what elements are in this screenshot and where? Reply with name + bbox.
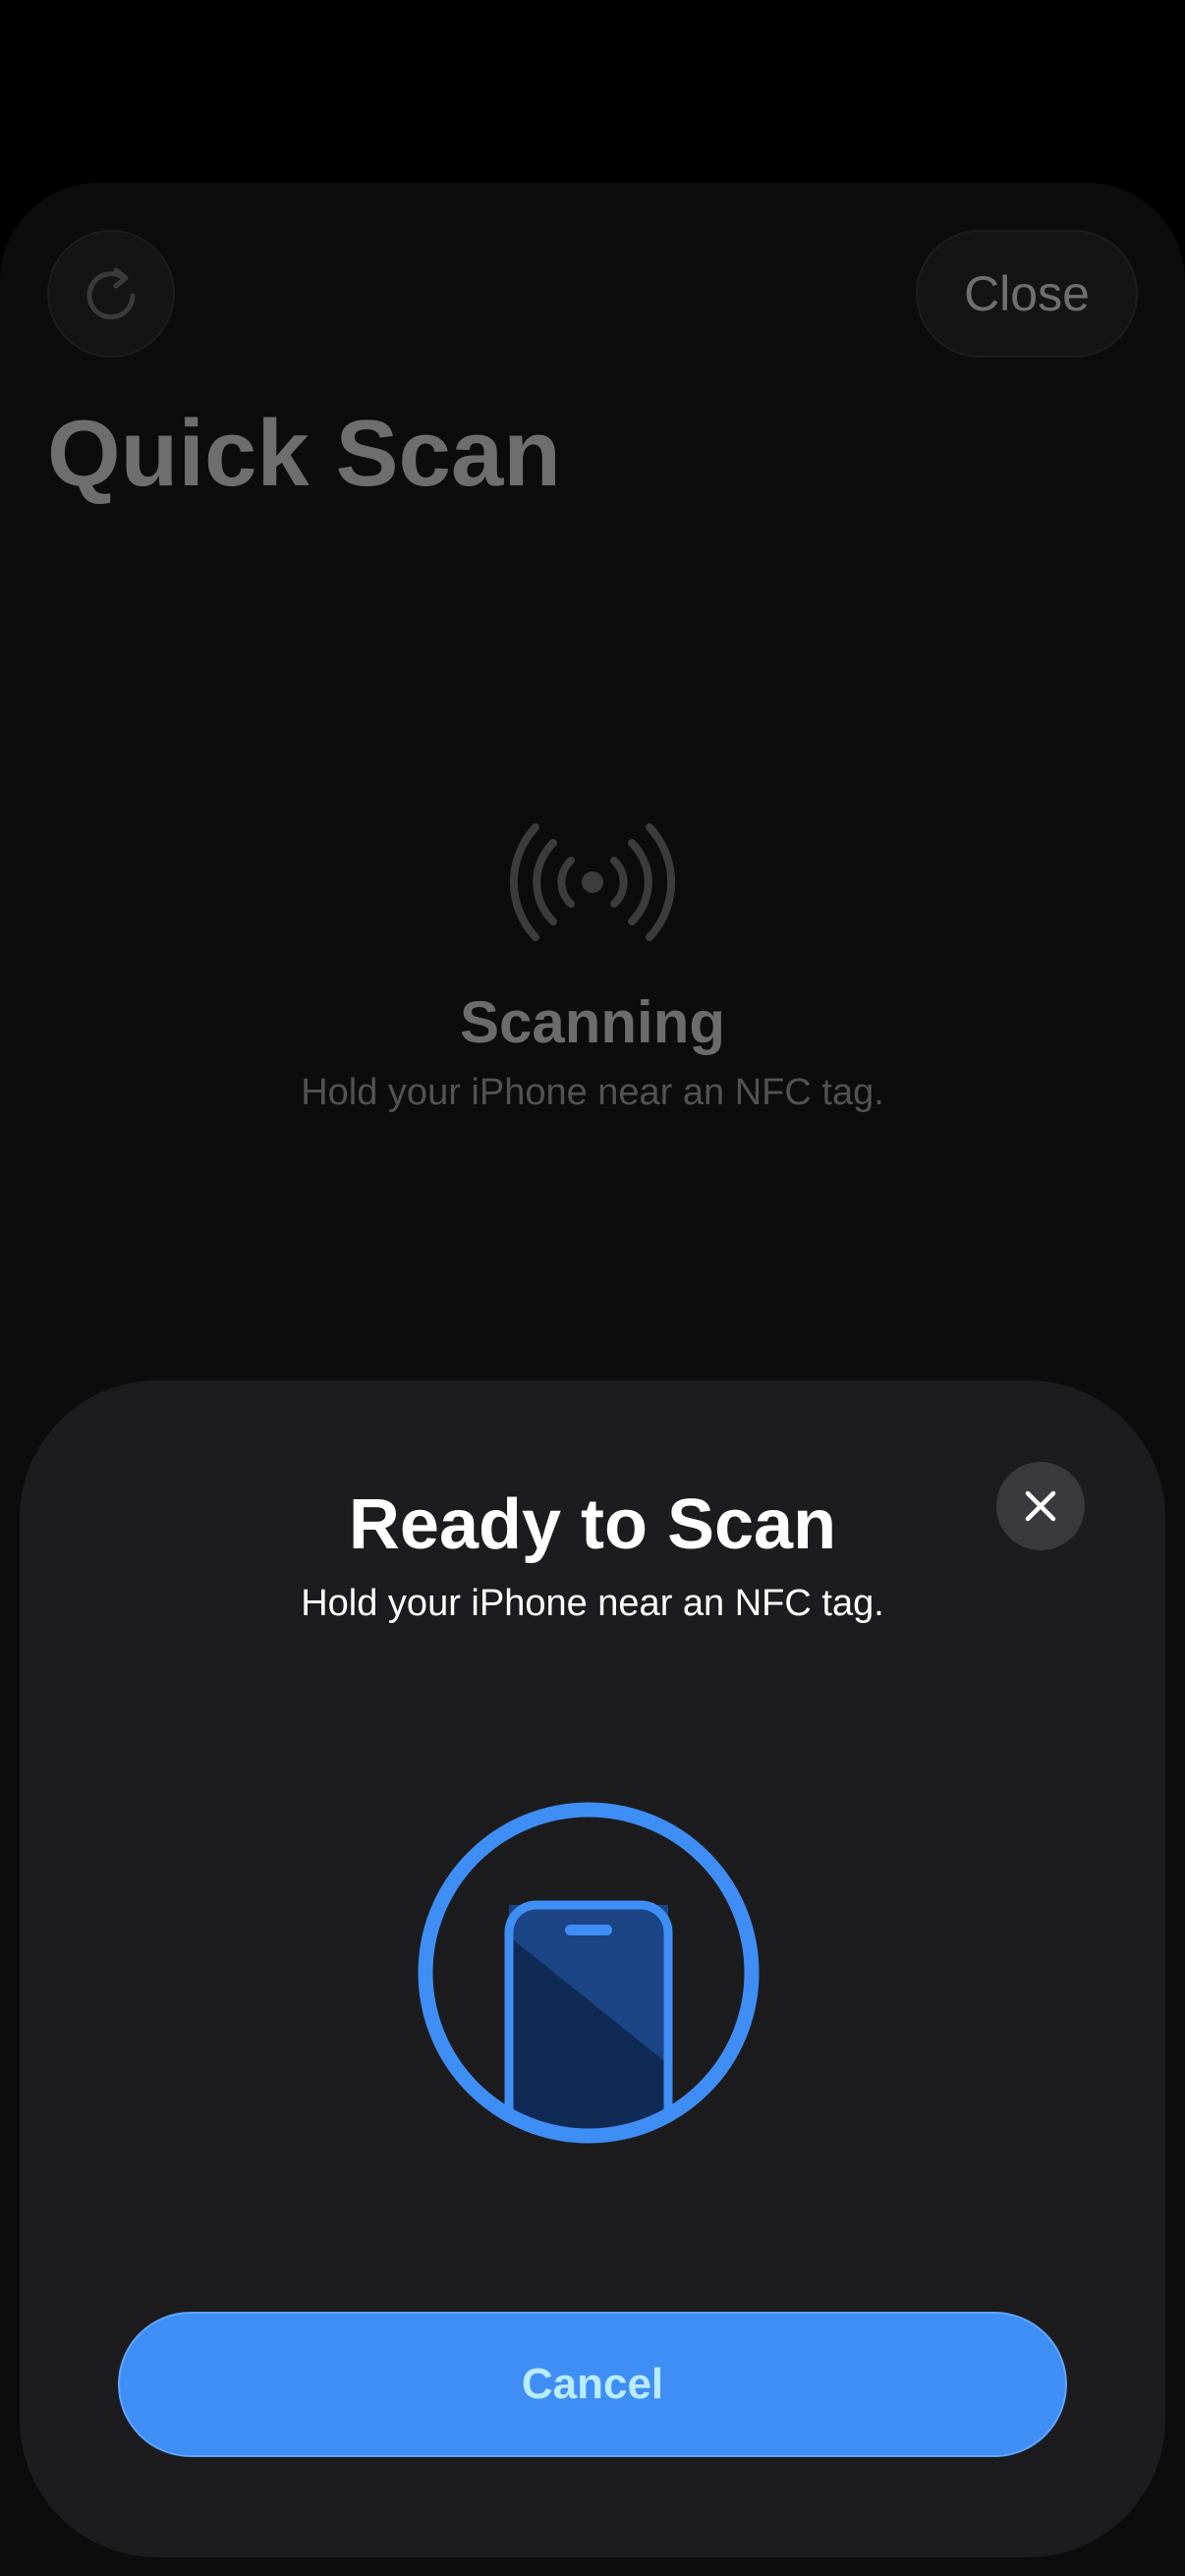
sheet-title: Ready to Scan — [348, 1485, 837, 1564]
cancel-button-label: Cancel — [521, 2360, 664, 2408]
scanning-status-title: Scanning — [459, 989, 726, 1055]
cancel-button[interactable]: Cancel — [118, 2312, 1067, 2457]
sheet-subtitle: Hold your iPhone near an NFC tag. — [301, 1583, 884, 1624]
page-title: Quick Scan — [47, 401, 561, 506]
nfc-scan-sheet: Ready to Scan Hold your iPhone near an N… — [20, 1380, 1165, 2557]
xmark-icon — [1025, 1490, 1056, 1522]
refresh-button[interactable] — [47, 230, 175, 358]
close-button[interactable]: Close — [916, 230, 1138, 358]
scanning-status-subtitle: Hold your iPhone near an NFC tag. — [301, 1072, 884, 1113]
sheet-close-button[interactable] — [996, 1462, 1085, 1550]
iphone-icon — [418, 1802, 760, 2144]
nfc-waves-icon — [509, 823, 676, 941]
arrow-clockwise-icon — [86, 267, 136, 320]
close-button-label: Close — [964, 266, 1090, 321]
